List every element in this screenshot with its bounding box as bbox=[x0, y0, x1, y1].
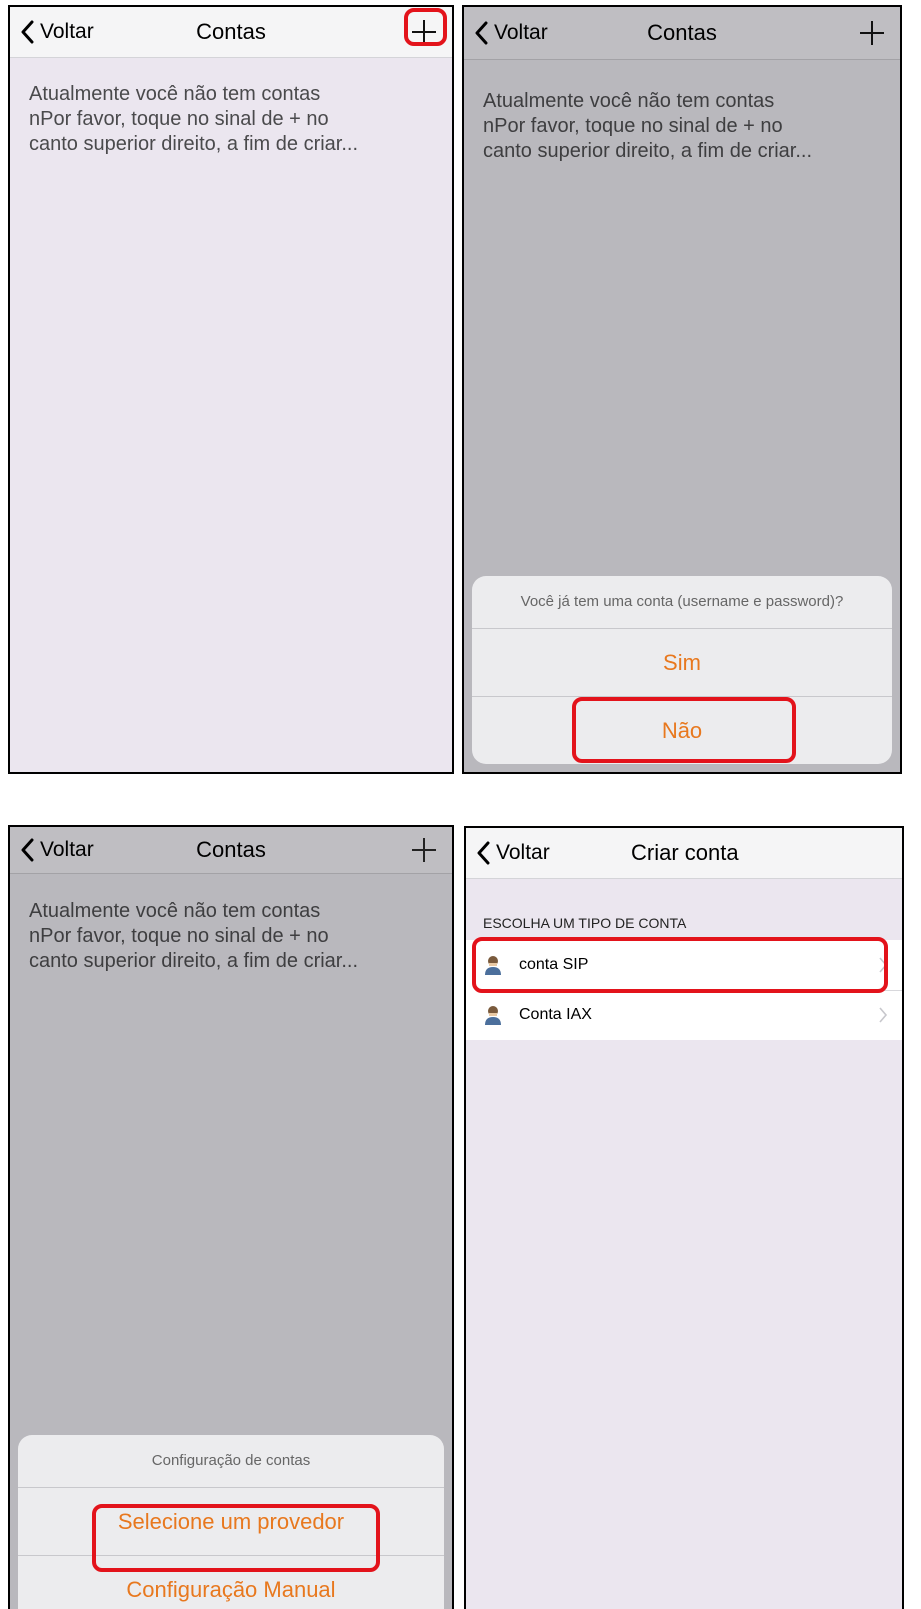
back-button[interactable]: Voltar bbox=[20, 7, 94, 57]
back-label: Voltar bbox=[494, 21, 548, 44]
yes-button[interactable]: Sim bbox=[472, 629, 892, 697]
empty-state-message: Atualmente você não tem contas nPor favo… bbox=[29, 83, 359, 155]
page-title: Criar conta bbox=[631, 840, 739, 865]
back-button[interactable]: Voltar bbox=[20, 827, 94, 873]
screen-criar-conta: Voltar Criar conta ESCOLHA UM TIPO DE CO… bbox=[464, 826, 904, 1609]
select-provider-button[interactable]: Selecione um provedor bbox=[18, 1488, 444, 1556]
add-account-button[interactable] bbox=[854, 15, 890, 51]
chevron-right-icon bbox=[879, 1007, 888, 1023]
empty-state-message: Atualmente você não tem contas nPor favo… bbox=[483, 90, 813, 162]
plus-icon bbox=[412, 838, 436, 862]
user-icon bbox=[485, 1006, 501, 1025]
navigation-bar: Voltar Contas bbox=[10, 7, 452, 58]
no-button[interactable]: Não bbox=[472, 697, 892, 764]
list-item-label: conta SIP bbox=[519, 956, 589, 973]
screen-contas-empty: Voltar Contas Atualmente você não tem co… bbox=[8, 5, 454, 774]
action-sheet-title: Configuração de contas bbox=[18, 1435, 444, 1488]
chevron-left-icon bbox=[475, 21, 488, 45]
screen-contas-account-prompt: Voltar Contas Atualmente você não tem co… bbox=[462, 5, 902, 774]
user-icon bbox=[485, 956, 501, 975]
empty-state-message: Atualmente você não tem contas nPor favo… bbox=[29, 900, 359, 972]
account-type-list: conta SIP Conta IAX bbox=[466, 940, 902, 1040]
screen-contas-config-options: Voltar Contas Atualmente você não tem co… bbox=[8, 825, 454, 1609]
plus-icon bbox=[412, 20, 436, 44]
list-item-label: Conta IAX bbox=[519, 1006, 592, 1023]
plus-icon bbox=[860, 21, 884, 45]
list-item-iax-account[interactable]: Conta IAX bbox=[466, 990, 902, 1040]
manual-config-button[interactable]: Configuração Manual bbox=[18, 1556, 444, 1609]
action-sheet-account-question: Você já tem uma conta (username e passwo… bbox=[472, 576, 892, 764]
chevron-left-icon bbox=[21, 20, 34, 44]
chevron-left-icon bbox=[477, 841, 490, 865]
chevron-right-icon bbox=[879, 957, 888, 973]
action-sheet-account-setup: Configuração de contas Selecione um prov… bbox=[18, 1435, 444, 1609]
back-button[interactable]: Voltar bbox=[474, 7, 548, 59]
navigation-bar: Voltar Contas bbox=[10, 827, 452, 874]
chevron-left-icon bbox=[21, 838, 34, 862]
back-label: Voltar bbox=[40, 838, 94, 861]
navigation-bar: Voltar Contas bbox=[464, 7, 900, 60]
navigation-bar: Voltar Criar conta bbox=[466, 828, 902, 879]
back-label: Voltar bbox=[496, 841, 550, 864]
add-account-button[interactable] bbox=[406, 832, 442, 868]
back-label: Voltar bbox=[40, 20, 94, 43]
action-sheet-title: Você já tem uma conta (username e passwo… bbox=[472, 576, 892, 629]
list-item-sip-account[interactable]: conta SIP bbox=[466, 940, 902, 990]
add-account-button[interactable] bbox=[406, 14, 442, 50]
back-button[interactable]: Voltar bbox=[476, 828, 550, 878]
section-header: ESCOLHA UM TIPO DE CONTA bbox=[483, 915, 687, 931]
